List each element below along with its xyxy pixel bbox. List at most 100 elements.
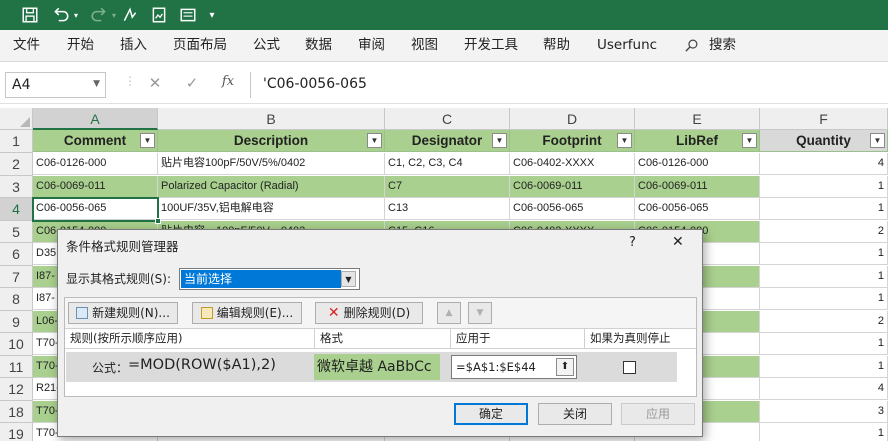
filter-dropdown-icon[interactable]: ▼ bbox=[742, 133, 757, 148]
row-header[interactable]: 11 bbox=[0, 355, 33, 378]
menu-userfunc[interactable]: Userfunc bbox=[597, 30, 657, 62]
delete-rule-button[interactable]: ✕ 删除规则(D) bbox=[315, 302, 423, 324]
select-all-corner[interactable] bbox=[0, 108, 33, 130]
help-icon[interactable]: ? bbox=[629, 235, 636, 250]
menu-data[interactable]: 数据 bbox=[305, 30, 332, 62]
form-icon[interactable] bbox=[175, 0, 201, 30]
collapse-range-icon[interactable]: ⬆ bbox=[556, 358, 574, 376]
table-cell[interactable]: C06-0126-000 bbox=[33, 153, 158, 175]
table-cell[interactable]: 2 bbox=[760, 220, 888, 243]
table-cell[interactable]: C06-0056-065 bbox=[635, 198, 760, 220]
row-header[interactable]: 6 bbox=[0, 243, 33, 266]
column-title-libref[interactable]: LibRef ▼ bbox=[635, 130, 760, 152]
filter-dropdown-icon[interactable]: ▼ bbox=[492, 133, 507, 148]
search-label[interactable]: 搜索 bbox=[709, 30, 736, 62]
formula-input[interactable]: 'C06-0056-065 bbox=[250, 72, 888, 98]
row-header[interactable]: 5 bbox=[0, 220, 33, 243]
table-cell[interactable]: C06-0126-000 bbox=[635, 153, 760, 175]
column-title-comment[interactable]: Comment ▼ bbox=[33, 130, 158, 152]
column-title-description[interactable]: Description ▼ bbox=[158, 130, 385, 152]
row-header[interactable]: 7 bbox=[0, 265, 33, 288]
menu-page-layout[interactable]: 页面布局 bbox=[173, 30, 227, 62]
row-header[interactable]: 1 bbox=[0, 130, 33, 153]
table-cell[interactable]: C13 bbox=[385, 198, 510, 220]
column-header-e[interactable]: E bbox=[635, 108, 760, 130]
chevron-down-icon[interactable]: ▼ bbox=[93, 79, 100, 89]
cancel-icon[interactable]: ✕ bbox=[145, 74, 165, 92]
table-cell[interactable]: C7 bbox=[385, 175, 510, 198]
table-cell[interactable]: 1 bbox=[760, 175, 888, 198]
table-cell[interactable]: 4 bbox=[760, 153, 888, 175]
ok-button[interactable]: 确定 bbox=[454, 403, 528, 425]
edit-rule-button[interactable]: 编辑规则(E)... bbox=[192, 302, 302, 324]
menu-home[interactable]: 开始 bbox=[67, 30, 94, 62]
table-cell[interactable]: 1 bbox=[760, 333, 888, 355]
search-icon[interactable] bbox=[684, 30, 702, 62]
filter-dropdown-icon[interactable]: ▼ bbox=[617, 133, 632, 148]
menu-insert[interactable]: 插入 bbox=[120, 30, 147, 62]
table-cell[interactable]: C06-0056-065 bbox=[33, 198, 158, 220]
close-button[interactable]: 关闭 bbox=[538, 403, 612, 425]
menu-review[interactable]: 审阅 bbox=[358, 30, 385, 62]
enter-icon[interactable]: ✓ bbox=[182, 74, 202, 92]
customize-toolbar-icon[interactable]: ▾ bbox=[202, 0, 222, 30]
table-cell[interactable]: 1 bbox=[760, 198, 888, 220]
table-cell[interactable]: C06-0069-011 bbox=[33, 175, 158, 198]
table-cell[interactable]: Polarized Capacitor (Radial) bbox=[158, 175, 385, 198]
row-header[interactable]: 12 bbox=[0, 378, 33, 401]
document-image-icon[interactable] bbox=[146, 0, 172, 30]
column-header-a[interactable]: A bbox=[33, 108, 158, 130]
row-header[interactable]: 2 bbox=[0, 153, 33, 176]
row-header[interactable]: 3 bbox=[0, 175, 33, 198]
name-box[interactable]: A4 ▼ bbox=[5, 72, 106, 98]
row-header[interactable]: 19 bbox=[0, 423, 33, 441]
column-header-d[interactable]: D bbox=[510, 108, 635, 130]
move-down-button[interactable]: ▼ bbox=[468, 302, 492, 324]
column-title-designator[interactable]: Designator ▼ bbox=[385, 130, 510, 152]
fill-handle[interactable] bbox=[155, 217, 161, 224]
row-header[interactable]: 4 bbox=[0, 198, 33, 221]
stop-if-true-checkbox[interactable] bbox=[623, 361, 636, 374]
column-header-f[interactable]: F bbox=[760, 108, 888, 130]
table-cell[interactable]: C06-0069-011 bbox=[510, 175, 635, 198]
column-title-quantity[interactable]: Quantity ▼ bbox=[760, 130, 888, 152]
table-cell[interactable]: 2 bbox=[760, 310, 888, 333]
undo-dropdown-icon[interactable]: ▾ bbox=[70, 0, 82, 30]
move-up-button[interactable]: ▲ bbox=[437, 302, 461, 324]
table-cell[interactable]: 100UF/35V,铝电解电容 bbox=[158, 198, 385, 220]
table-cell[interactable]: 4 bbox=[760, 378, 888, 400]
filter-dropdown-icon[interactable]: ▼ bbox=[140, 133, 155, 148]
menu-file[interactable]: 文件 bbox=[13, 30, 40, 62]
row-header[interactable]: 18 bbox=[0, 400, 33, 423]
ink-pen-icon[interactable] bbox=[117, 0, 143, 30]
chevron-down-icon[interactable]: ▼ bbox=[341, 271, 356, 287]
row-header[interactable]: 10 bbox=[0, 333, 33, 356]
table-cell[interactable]: C06-0056-065 bbox=[510, 198, 635, 220]
table-cell[interactable]: 3 bbox=[760, 400, 888, 423]
column-header-c[interactable]: C bbox=[385, 108, 510, 130]
row-header[interactable]: 8 bbox=[0, 288, 33, 311]
filter-dropdown-icon[interactable]: ▼ bbox=[367, 133, 382, 148]
menu-view[interactable]: 视图 bbox=[411, 30, 438, 62]
table-cell[interactable]: 1 bbox=[760, 243, 888, 265]
table-cell[interactable]: 贴片电容100pF/50V/5%/0402 bbox=[158, 153, 385, 175]
table-cell[interactable]: 1 bbox=[760, 265, 888, 288]
table-cell[interactable]: 1 bbox=[760, 288, 888, 310]
save-icon[interactable] bbox=[17, 0, 43, 30]
applies-to-input[interactable]: =$A$1:$E$44 ⬆ bbox=[451, 355, 577, 379]
insert-function-icon[interactable]: fx bbox=[218, 74, 238, 89]
show-rules-select[interactable]: 当前选择 ▼ bbox=[179, 268, 360, 290]
menu-help[interactable]: 帮助 bbox=[543, 30, 570, 62]
table-cell[interactable]: C06-0402-XXXX bbox=[510, 153, 635, 175]
close-icon[interactable]: ✕ bbox=[672, 234, 684, 250]
column-title-footprint[interactable]: Footprint ▼ bbox=[510, 130, 635, 152]
table-cell[interactable]: 1 bbox=[760, 423, 888, 441]
menu-formulas[interactable]: 公式 bbox=[253, 30, 280, 62]
table-cell[interactable]: C06-0069-011 bbox=[635, 175, 760, 198]
column-header-b[interactable]: B bbox=[158, 108, 385, 130]
rule-row[interactable]: 公式： =MOD(ROW($A1),2) 微软卓越 AaBbCc =$A$1:$… bbox=[66, 352, 677, 382]
filter-dropdown-icon[interactable]: ▼ bbox=[870, 133, 885, 148]
table-cell[interactable]: C1, C2, C3, C4 bbox=[385, 153, 510, 175]
row-header[interactable]: 9 bbox=[0, 310, 33, 333]
menu-developer[interactable]: 开发工具 bbox=[464, 30, 518, 62]
